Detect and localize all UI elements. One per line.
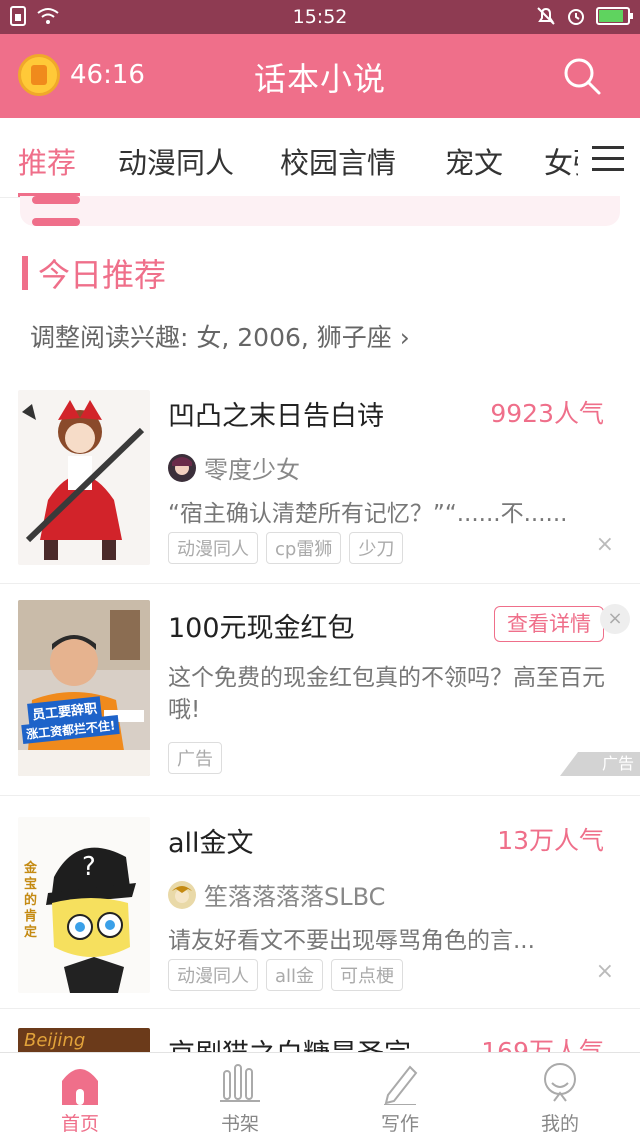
nav-home[interactable]: 首页 xyxy=(20,1061,140,1136)
tab-campus-romance[interactable]: 校园言情 xyxy=(280,140,396,182)
tab-menu-button[interactable] xyxy=(578,118,640,198)
dismiss-icon[interactable]: × xyxy=(596,959,614,984)
tab-recommend[interactable]: 推荐 xyxy=(18,140,76,182)
nav-write[interactable]: 写作 xyxy=(340,1061,460,1136)
nav-home-label: 首页 xyxy=(60,1113,99,1135)
author[interactable]: 笙落落落落SLBC xyxy=(168,877,385,912)
ad-description: 这个免费的现金红包真的不领吗？高至百元哦! xyxy=(168,665,605,723)
cover-caption: Beijing xyxy=(24,1030,86,1051)
ad-title[interactable]: 100元现金红包 xyxy=(168,606,355,645)
bottom-nav: 首页 书架 写作 我的 xyxy=(0,1052,640,1138)
section-title: 今日推荐 xyxy=(22,250,166,296)
cover-caption: 金宝的肯定 xyxy=(24,861,38,940)
adjust-interest-link[interactable]: 调整阅读兴趣: 女, 2006, 狮子座 › xyxy=(30,318,410,354)
popularity: 169万人气 xyxy=(481,1037,604,1052)
search-icon[interactable] xyxy=(562,56,602,96)
book-cover[interactable]: Beijing xyxy=(18,1028,150,1052)
section-title-text: 今日推荐 xyxy=(38,256,167,294)
avatar xyxy=(168,880,196,909)
app-header: 46:16 话本小说 xyxy=(0,34,640,118)
anime-girl-cover-image xyxy=(18,390,150,565)
ad-cover[interactable]: 员工要辞职 涨工资都拦不住! xyxy=(18,600,150,776)
book-item[interactable]: Beijing 京剧猫之白糖是圣宗 169万人气 xyxy=(0,1010,640,1052)
app-title: 话本小说 xyxy=(253,60,386,98)
dismiss-icon[interactable]: × xyxy=(596,532,614,557)
tag[interactable]: 少刀 xyxy=(349,532,404,564)
profile-icon xyxy=(544,1063,576,1102)
author-name: 零度少女 xyxy=(204,456,300,484)
ad-image xyxy=(18,600,150,776)
book-title[interactable]: 凹凸之末日告白诗 xyxy=(168,394,384,433)
tab-anime-fanfic[interactable]: 动漫同人 xyxy=(118,140,234,182)
bookshelf-icon xyxy=(220,1064,260,1102)
author-name: 笙落落落落SLBC xyxy=(204,883,386,911)
pen-icon xyxy=(384,1065,418,1105)
tag[interactable]: 动漫同人 xyxy=(168,532,258,564)
nav-profile[interactable]: 我的 xyxy=(500,1061,620,1136)
home-icon xyxy=(62,1069,98,1105)
notice-marker xyxy=(32,196,80,204)
tag[interactable]: all金 xyxy=(266,959,324,991)
nav-bookshelf-label: 书架 xyxy=(220,1113,259,1135)
notice-banner[interactable] xyxy=(20,196,620,226)
popularity: 13万人气 xyxy=(497,826,604,855)
tab-pampering[interactable]: 宠文 xyxy=(445,140,503,182)
svg-text:?: ? xyxy=(82,852,96,882)
nav-profile-label: 我的 xyxy=(540,1113,579,1135)
tag[interactable]: 动漫同人 xyxy=(168,959,258,991)
author[interactable]: 零度少女 xyxy=(168,450,300,485)
section-title-bar xyxy=(22,256,28,290)
book-title[interactable]: all金文 xyxy=(168,821,254,860)
tag-list: 动漫同人 all金 可点梗 xyxy=(168,959,404,991)
close-icon[interactable]: × xyxy=(600,604,630,634)
ad-tag: 广告 xyxy=(168,742,222,774)
tag-list: 广告 xyxy=(168,742,222,774)
nav-bookshelf[interactable]: 书架 xyxy=(180,1061,300,1136)
avatar xyxy=(168,453,196,482)
status-right xyxy=(536,6,633,26)
tag-list: 动漫同人 cp雷狮 少刀 xyxy=(168,532,404,564)
tag[interactable]: 可点梗 xyxy=(331,959,404,991)
view-details-button[interactable]: 查看详情 xyxy=(494,606,604,642)
popularity: 9923人气 xyxy=(490,399,604,428)
battery-icon xyxy=(596,7,633,25)
book-description: 请友好看文不要出现辱骂角色的言... xyxy=(168,928,535,954)
mute-bell-icon xyxy=(537,7,555,25)
category-tabs: 推荐 动漫同人 校园言情 宠文 女强 xyxy=(0,118,640,198)
menu-icon xyxy=(592,146,624,179)
book-item[interactable]: 凹凸之末日告白诗 9923人气 零度少女 “宿主确认清楚所有记忆？”“.....… xyxy=(0,380,640,584)
status-bar: 15:52 xyxy=(0,0,640,34)
tag[interactable]: cp雷狮 xyxy=(266,532,342,564)
alarm-icon xyxy=(568,9,584,25)
book-cover[interactable] xyxy=(18,390,150,565)
notice-marker xyxy=(32,218,80,226)
book-cover[interactable]: ? 金宝的肯定 xyxy=(18,817,150,993)
nav-write-label: 写作 xyxy=(380,1113,419,1135)
book-title[interactable]: 京剧猫之白糖是圣宗 xyxy=(168,1032,411,1052)
book-item[interactable]: ? 金宝的肯定 all金文 13万人气 笙落落落落SLBC 请友好看文不要出现辱… xyxy=(0,797,640,1009)
book-description: “宿主确认清楚所有记忆？”“......不...... xyxy=(168,501,568,527)
